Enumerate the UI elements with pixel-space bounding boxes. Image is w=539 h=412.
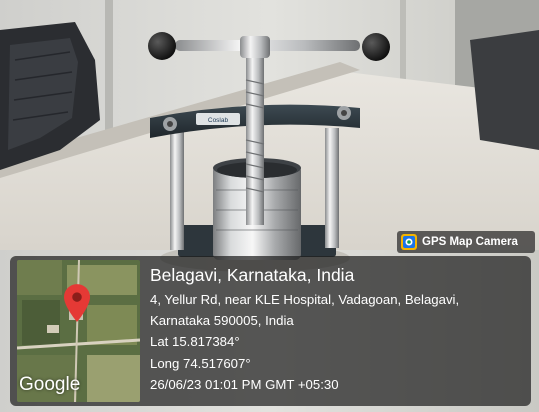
badge-label: GPS Map Camera xyxy=(422,236,518,248)
location-title: Belagavi, Karnataka, India xyxy=(150,265,355,285)
address-line-2: Karnataka 590005, India xyxy=(150,313,294,329)
date-time: 26/06/23 01:01 PM GMT +05:30 xyxy=(150,376,339,392)
map-brand-label: Google xyxy=(19,374,81,395)
gps-map-camera-app-icon xyxy=(401,234,417,250)
location-details: Belagavi, Karnataka, India 4, Yellur Rd,… xyxy=(150,264,525,395)
map-pin-icon xyxy=(64,284,90,322)
product-label: Coslab xyxy=(208,117,229,124)
gps-map-camera-badge: GPS Map Camera xyxy=(397,231,535,253)
longitude: Long 74.517607° xyxy=(150,355,251,371)
map-thumbnail: Google xyxy=(17,260,140,402)
latitude: Lat 15.817384° xyxy=(150,334,240,350)
address-line-1: 4, Yellur Rd, near KLE Hospital, Vadagoa… xyxy=(150,292,460,307)
location-info-panel: Google Belagavi, Karnataka, India 4, Yel… xyxy=(10,256,531,406)
